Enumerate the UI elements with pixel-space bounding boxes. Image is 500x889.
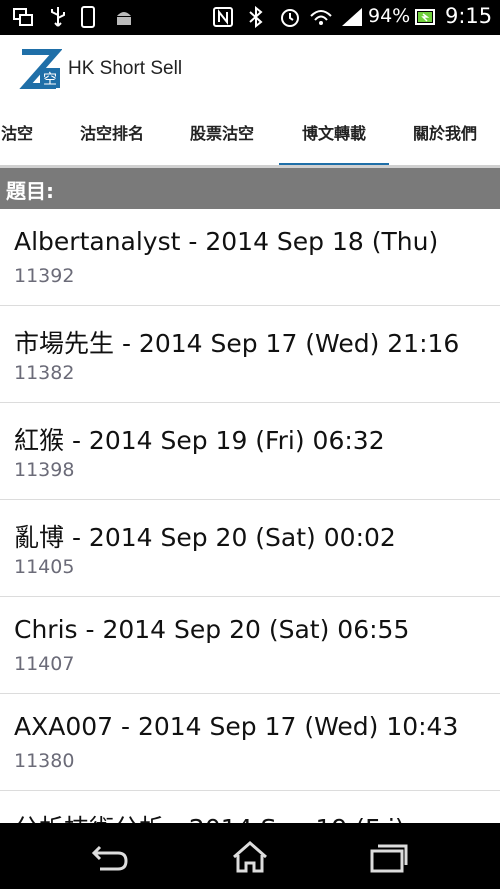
list-item[interactable]: 亂博 - 2014 Sep 20 (Sat) 00:02 11405 [0, 500, 500, 597]
tab-bar: 沽空 沽空排名 股票沽空 博文轉載 關於我們 [0, 105, 500, 168]
item-title: 紅猴 - 2014 Sep 19 (Fri) 06:32 [14, 426, 385, 455]
screen-mirror-icon [13, 8, 33, 26]
android-icon [117, 12, 131, 25]
item-id: 11398 [14, 459, 75, 481]
item-title: 亂博 - 2014 Sep 20 (Sat) 00:02 [14, 523, 396, 552]
tab-short-sell-ranking[interactable]: 沽空排名 [62, 105, 162, 168]
article-list: Albertanalyst - 2014 Sep 18 (Thu) 11392 … [0, 209, 500, 823]
logo-glyph: 空 [43, 72, 57, 88]
back-icon[interactable] [80, 835, 140, 877]
alarm-icon [281, 9, 299, 27]
list-item[interactable]: 分析技術分析 - 2014 Sep 19 (Fri) [0, 791, 500, 823]
status-bar: 94% 9:15 [0, 0, 500, 35]
tab-blog-repost[interactable]: 博文轉載 [279, 105, 389, 168]
tab-stock-short-sell[interactable]: 股票沽空 [172, 105, 272, 168]
app-logo-icon[interactable]: 空 [16, 46, 62, 92]
item-title: 分析技術分析 - 2014 Sep 19 (Fri) [14, 809, 405, 823]
wifi-icon [310, 10, 332, 25]
phone-icon [81, 6, 95, 28]
list-item[interactable]: 市場先生 - 2014 Sep 17 (Wed) 21:16 11382 [0, 306, 500, 403]
item-id: 11382 [14, 362, 75, 384]
item-id: 11407 [14, 653, 75, 675]
tab-about-us[interactable]: 關於我們 [395, 105, 495, 168]
item-id: 11405 [14, 556, 75, 578]
item-id: 11380 [14, 750, 75, 772]
list-item[interactable]: AXA007 - 2014 Sep 17 (Wed) 10:43 11380 [0, 694, 500, 791]
list-item[interactable]: Chris - 2014 Sep 20 (Sat) 06:55 11407 [0, 597, 500, 694]
list-item[interactable]: 紅猴 - 2014 Sep 19 (Fri) 06:32 11398 [0, 403, 500, 500]
item-id: 11392 [14, 265, 75, 287]
tab-short-sell[interactable]: 沽空 [0, 105, 46, 168]
home-icon[interactable] [220, 835, 280, 877]
navigation-bar [0, 823, 500, 889]
list-item[interactable]: Albertanalyst - 2014 Sep 18 (Thu) 11392 [0, 209, 500, 306]
nfc-icon [213, 7, 233, 27]
item-title: AXA007 - 2014 Sep 17 (Wed) 10:43 [14, 712, 459, 741]
battery-icon [415, 9, 435, 25]
clock: 9:15 [445, 4, 493, 28]
bluetooth-icon [249, 6, 263, 28]
item-title: Chris - 2014 Sep 20 (Sat) 06:55 [14, 615, 410, 644]
item-title: Albertanalyst - 2014 Sep 18 (Thu) [14, 227, 439, 256]
item-title: 市場先生 - 2014 Sep 17 (Wed) 21:16 [14, 329, 460, 358]
app-title: HK Short Sell [68, 58, 183, 79]
usb-icon [51, 7, 65, 27]
signal-icon [342, 8, 362, 26]
app-bar: 空 HK Short Sell [0, 35, 500, 105]
section-header-label: 題目: [6, 179, 54, 203]
recent-apps-icon[interactable] [358, 835, 418, 877]
section-header: 題目: [0, 168, 500, 209]
battery-level: 94% [368, 5, 411, 27]
